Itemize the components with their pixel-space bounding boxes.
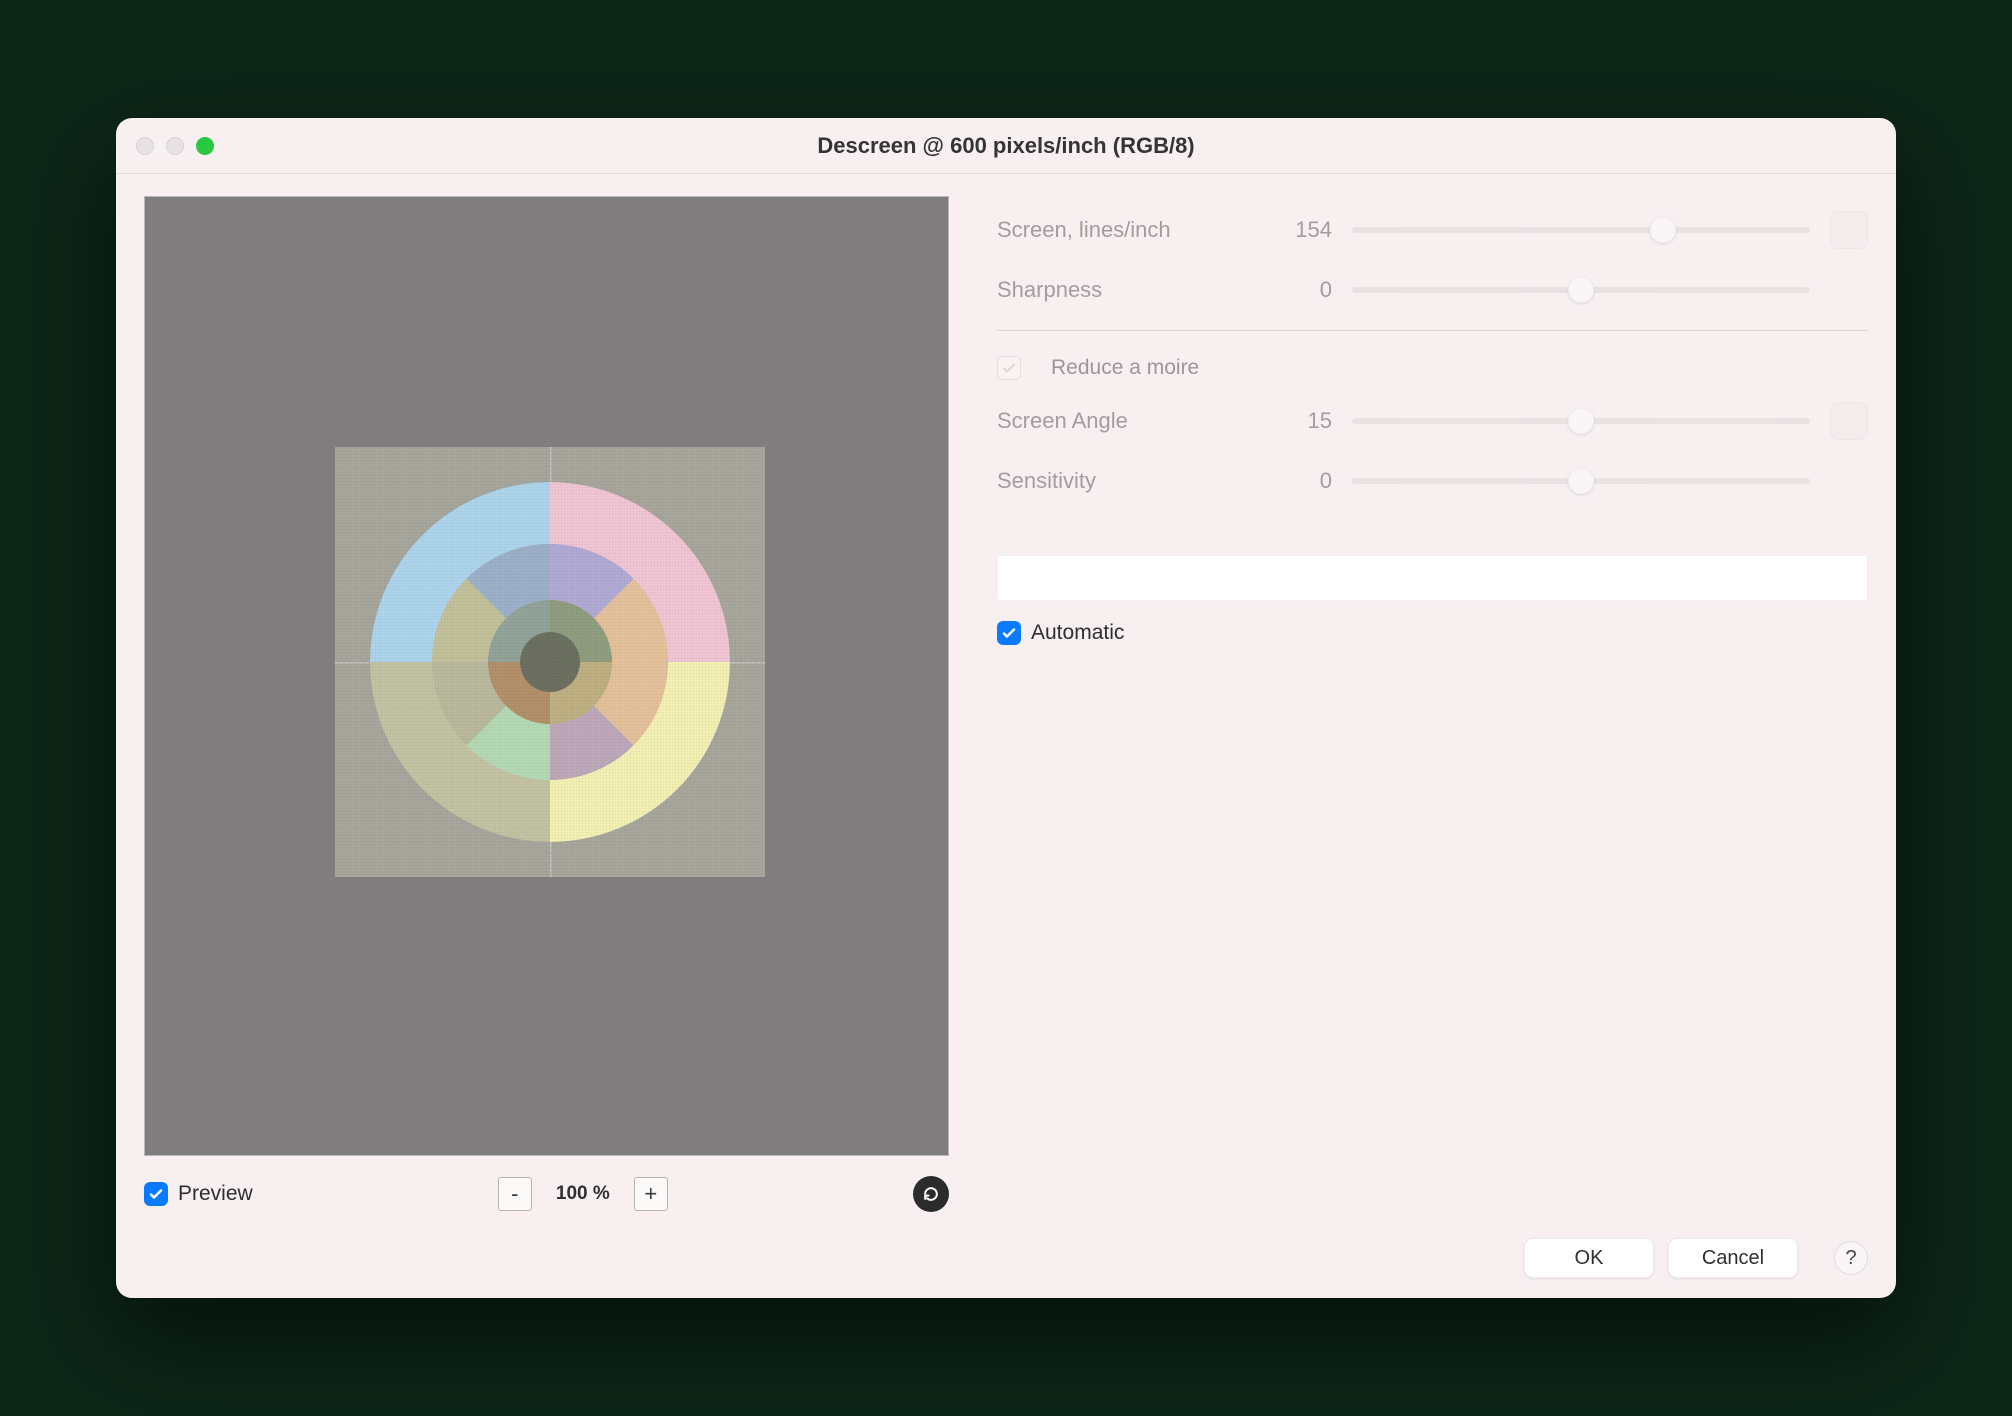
screen-lines-row: Screen, lines/inch 154 [997, 200, 1868, 260]
refresh-icon [921, 1184, 941, 1204]
screen-lines-swatch[interactable] [1830, 211, 1868, 249]
reduce-moire-row: Reduce a moire [997, 345, 1868, 391]
help-button[interactable]: ? [1834, 1241, 1868, 1275]
screen-angle-label: Screen Angle [997, 408, 1252, 434]
dialog-actions: OK Cancel ? [997, 1238, 1868, 1278]
content: Preview - 100 % + Screen, lines/in [116, 174, 1896, 1298]
close-icon[interactable] [136, 137, 154, 155]
slider-thumb[interactable] [1650, 217, 1676, 243]
screen-lines-label: Screen, lines/inch [997, 217, 1252, 243]
preview-checkbox-label: Preview [178, 1182, 253, 1206]
cancel-button[interactable]: Cancel [1668, 1238, 1798, 1278]
reduce-moire-checkbox[interactable] [997, 356, 1021, 380]
minimize-icon[interactable] [166, 137, 184, 155]
refresh-button[interactable] [913, 1176, 949, 1212]
zoom-out-button[interactable]: - [498, 1177, 532, 1211]
preview-checkbox[interactable] [144, 1182, 168, 1206]
screen-angle-row: Screen Angle 15 [997, 391, 1868, 451]
slider-thumb[interactable] [1568, 408, 1594, 434]
sensitivity-value: 0 [1272, 468, 1332, 494]
automatic-row: Automatic [997, 621, 1868, 645]
sharpness-value: 0 [1272, 277, 1332, 303]
sharpness-row: Sharpness 0 [997, 260, 1868, 320]
preview-canvas[interactable] [144, 196, 949, 1156]
window-controls [136, 137, 214, 155]
window-title: Descreen @ 600 pixels/inch (RGB/8) [116, 133, 1896, 159]
automatic-checkbox[interactable] [997, 621, 1021, 645]
ok-button[interactable]: OK [1524, 1238, 1654, 1278]
sharpness-label: Sharpness [997, 277, 1252, 303]
info-bar [997, 555, 1868, 601]
zoom-group: - 100 % + [498, 1177, 668, 1211]
preview-controls: Preview - 100 % + [144, 1156, 949, 1212]
zoom-value: 100 % [548, 1183, 618, 1205]
automatic-label: Automatic [1031, 621, 1124, 645]
zoom-in-button[interactable]: + [634, 1177, 668, 1211]
screen-lines-slider[interactable] [1352, 227, 1810, 233]
check-icon [1001, 625, 1017, 641]
screen-angle-slider[interactable] [1352, 418, 1810, 424]
slider-thumb[interactable] [1568, 468, 1594, 494]
slider-thumb[interactable] [1568, 277, 1594, 303]
dialog-window: Descreen @ 600 pixels/inch (RGB/8) [116, 118, 1896, 1298]
preview-sample [335, 447, 765, 877]
divider [997, 330, 1868, 331]
sensitivity-label: Sensitivity [997, 468, 1252, 494]
settings-column: Screen, lines/inch 154 Sharpness 0 [997, 196, 1868, 1278]
zoom-icon[interactable] [196, 137, 214, 155]
screen-angle-value: 15 [1272, 408, 1332, 434]
check-icon [1001, 360, 1017, 376]
check-icon [148, 1186, 164, 1202]
sensitivity-slider[interactable] [1352, 478, 1810, 484]
preview-column: Preview - 100 % + [144, 196, 949, 1278]
titlebar: Descreen @ 600 pixels/inch (RGB/8) [116, 118, 1896, 174]
screen-angle-swatch[interactable] [1830, 402, 1868, 440]
reduce-moire-label: Reduce a moire [1051, 356, 1199, 380]
sensitivity-row: Sensitivity 0 [997, 451, 1868, 511]
screen-lines-value: 154 [1272, 217, 1332, 243]
sharpness-slider[interactable] [1352, 287, 1810, 293]
